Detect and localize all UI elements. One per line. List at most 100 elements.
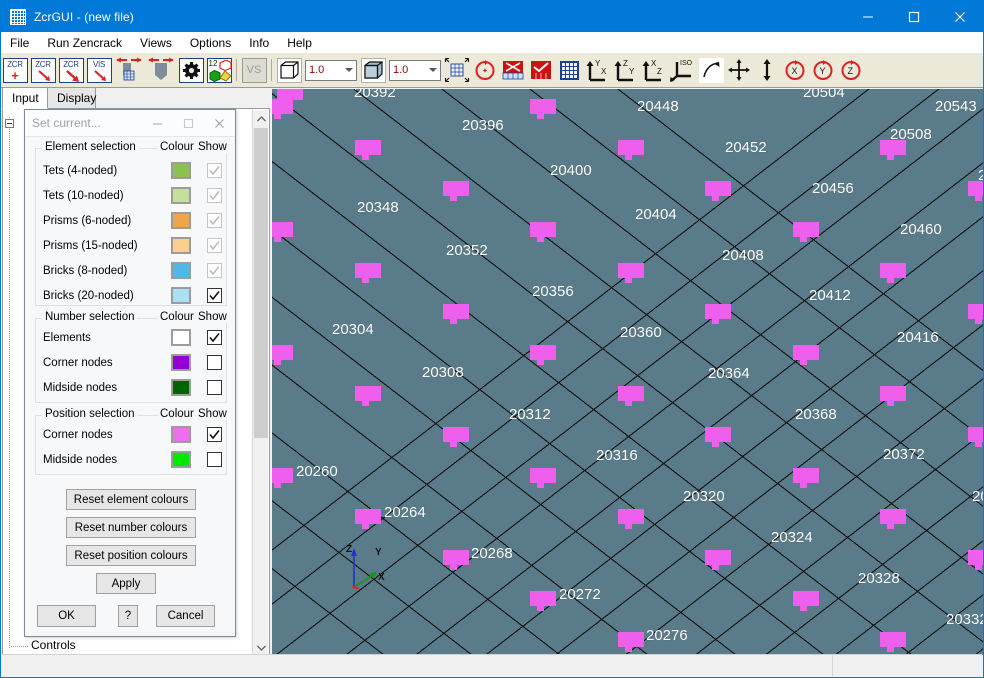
scrollbar-thumb[interactable] [254,128,268,438]
shaded-scale-input[interactable]: 1.0 [389,59,441,81]
menu-file[interactable]: File [1,34,38,52]
colour-swatch[interactable] [171,187,191,204]
view-xz-icon[interactable]: X Z [640,57,666,83]
column-header-show: Show [196,141,229,153]
numbering-button[interactable]: 12 [206,57,232,83]
rotate-reset-icon[interactable] [472,57,498,83]
minimize-icon[interactable] [845,1,891,32]
reset-number-colours-button[interactable]: Reset number colours [66,517,196,538]
free-rotate-icon[interactable] [698,57,724,83]
show-checkbox[interactable] [207,213,222,228]
chevron-down-icon[interactable] [429,68,437,72]
colour-swatch[interactable] [171,212,191,229]
colour-swatch[interactable] [171,451,191,468]
show-checkbox[interactable] [207,188,222,203]
colour-swatch[interactable] [171,426,191,443]
menu-run-zencrack[interactable]: Run Zencrack [38,34,131,52]
colour-swatch[interactable] [171,237,191,254]
toolbar-separator [271,59,272,81]
vs-button[interactable]: VS [241,57,267,83]
apply-button[interactable]: Apply [96,573,156,594]
element-number: 20412 [809,287,851,304]
colour-swatch[interactable] [171,379,191,396]
row-label: Corner nodes [43,428,113,441]
cancel-button[interactable]: Cancel [156,605,215,627]
tab-input[interactable]: Input [2,87,48,109]
reset-position-colours-button[interactable]: Reset position colours [66,545,196,566]
show-checkbox[interactable] [207,263,222,278]
rotate-x-icon[interactable]: X [782,57,808,83]
shaded-view-button[interactable] [360,57,386,83]
number-row: Midside nodes [43,375,222,400]
reset-element-colours-button[interactable]: Reset element colours [66,489,196,510]
colour-swatch[interactable] [171,329,191,346]
corner-node-marker [355,386,381,406]
mesh-import-icon[interactable] [114,57,144,83]
wireframe-view-button[interactable] [276,57,302,83]
element-number: 20480 [972,488,983,505]
new-zcr-file-button[interactable]: ZCR + [2,57,28,83]
menu-options[interactable]: Options [181,34,240,52]
pan-icon[interactable] [726,57,752,83]
title-bar: ZcrGUI - (new file) [1,1,983,32]
save-zcr-file-button[interactable]: ZCR [58,57,84,83]
show-checkbox[interactable] [207,427,222,442]
rotate-z-icon[interactable]: Z [838,57,864,83]
tree-item-controls[interactable]: Controls [31,638,76,652]
ok-button[interactable]: OK [37,605,96,627]
delete-view-icon[interactable] [500,57,526,83]
dialog-minimize-icon[interactable] [142,111,173,136]
colour-swatch[interactable] [171,354,191,371]
corner-node-marker [530,222,556,242]
open-vis-file-button[interactable]: VIS [86,57,112,83]
show-checkbox[interactable] [207,163,222,178]
element-number: 20276 [646,627,688,644]
column-header-colour: Colour [158,311,196,323]
position-selection-group: Position selection Colour Show Corner no… [35,408,229,475]
wireframe-scale-input[interactable]: 1.0 [305,59,357,81]
corner-node-marker [277,89,303,105]
number-selection-group: Number selection Colour Show Elements Co… [35,311,229,403]
show-checkbox[interactable] [207,380,222,395]
close-icon[interactable] [937,1,983,32]
panel-scrollbar[interactable] [252,110,268,656]
element-number: 20328 [858,570,900,587]
show-checkbox[interactable] [207,330,222,345]
row-label: Bricks (20-noded) [43,289,134,302]
menu-info[interactable]: Info [240,34,278,52]
dialog-maximize-icon[interactable] [173,111,204,136]
show-checkbox[interactable] [207,355,222,370]
capture-view-icon[interactable] [528,57,554,83]
translate-up-icon[interactable] [754,57,780,83]
corner-node-marker [880,509,906,529]
colour-swatch[interactable] [171,262,191,279]
help-button[interactable]: ? [118,605,138,627]
menu-views[interactable]: Views [131,34,181,52]
show-checkbox[interactable] [207,452,222,467]
view-zy-icon[interactable]: Z Y [612,57,638,83]
mesh-viewport[interactable]: 20392 20396 20400 20404 20408 20412 2041… [272,89,983,655]
svg-text:X: X [792,66,798,76]
view-yx-icon[interactable]: Y X [584,57,610,83]
fit-to-window-icon[interactable] [444,57,470,83]
mesh-grid-icon[interactable] [556,57,582,83]
colour-swatch[interactable] [171,287,191,304]
scroll-up-icon[interactable] [253,110,269,127]
crack-block-icon[interactable] [146,57,176,83]
view-iso-icon[interactable]: ISO [668,57,696,83]
settings-gear-button[interactable] [178,57,204,83]
tree-expander-icon[interactable] [5,119,14,128]
element-number: 20452 [725,139,767,156]
maximize-icon[interactable] [891,1,937,32]
corner-node-marker [530,345,556,365]
tab-display[interactable]: Display [47,87,96,109]
open-zcr-file-button[interactable]: ZCR [30,57,56,83]
show-checkbox[interactable] [207,288,222,303]
element-number: 20460 [900,221,942,238]
dialog-close-icon[interactable] [204,111,235,136]
chevron-down-icon[interactable] [345,68,353,72]
rotate-y-icon[interactable]: Y [810,57,836,83]
colour-swatch[interactable] [171,162,191,179]
menu-help[interactable]: Help [278,34,321,52]
show-checkbox[interactable] [207,238,222,253]
